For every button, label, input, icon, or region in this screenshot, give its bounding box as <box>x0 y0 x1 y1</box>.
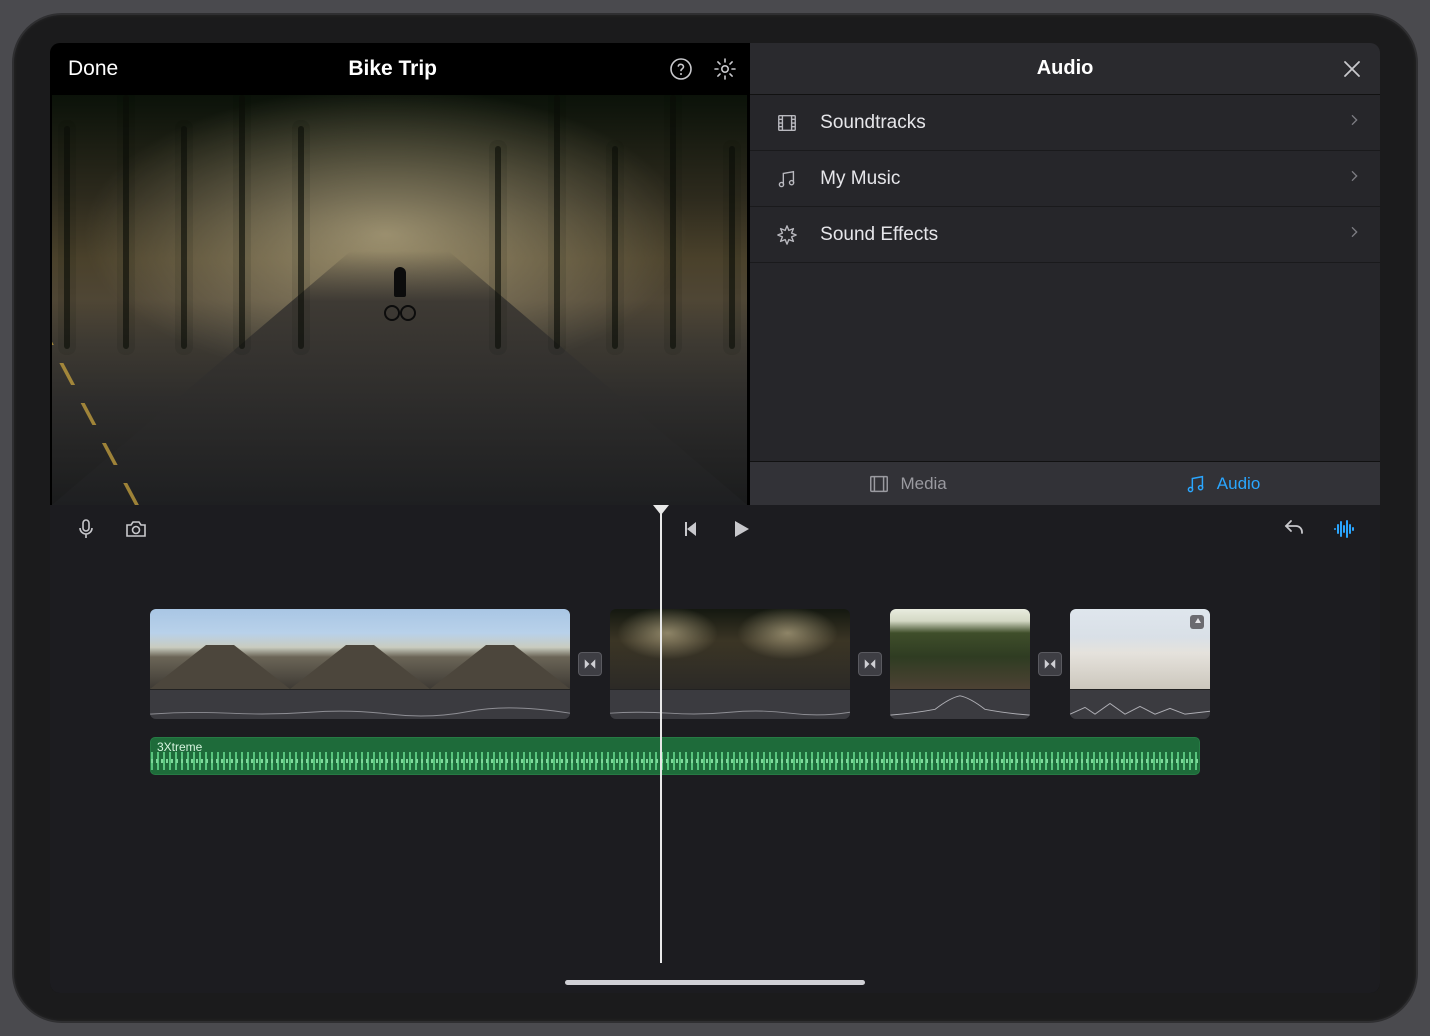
film-strip-icon <box>772 112 802 134</box>
camera-icon[interactable] <box>122 515 150 543</box>
film-icon <box>868 473 890 495</box>
soundtrack-clip[interactable]: 3Xtreme <box>150 737 1200 775</box>
music-note-icon <box>772 168 802 190</box>
row-label: Sound Effects <box>820 224 938 246</box>
tab-media[interactable]: Media <box>750 462 1065 505</box>
clip-audio-waveform <box>610 689 850 719</box>
done-button[interactable]: Done <box>68 57 118 81</box>
soundtrack-waveform <box>151 752 1199 770</box>
video-clip[interactable] <box>890 609 1030 719</box>
app-screen: Done Bike Trip <box>50 43 1380 993</box>
chevron-right-icon <box>1346 112 1362 134</box>
my-music-row[interactable]: My Music <box>750 151 1380 207</box>
audio-category-list: Soundtracks My Music <box>750 95 1380 461</box>
tablet-frame: Done Bike Trip <box>12 13 1418 1023</box>
video-preview[interactable] <box>52 95 747 505</box>
timeline[interactable]: 27.0s 3Xtreme <box>50 553 1380 993</box>
chevron-right-icon <box>1346 168 1362 190</box>
tab-audio-label: Audio <box>1217 474 1260 494</box>
soundtracks-row[interactable]: Soundtracks <box>750 95 1380 151</box>
preview-pane: Done Bike Trip <box>50 43 749 505</box>
chevron-right-icon <box>1346 224 1362 246</box>
clip-audio-waveform <box>890 689 1030 719</box>
transition-icon[interactable] <box>578 652 602 676</box>
burst-icon <box>772 224 802 246</box>
clip-audio-waveform <box>150 689 570 719</box>
clip-audio-waveform <box>1070 689 1210 719</box>
microphone-icon[interactable] <box>72 515 100 543</box>
transition-icon[interactable] <box>858 652 882 676</box>
row-label: My Music <box>820 168 900 190</box>
sound-effects-row[interactable]: Sound Effects <box>750 207 1380 263</box>
timeline-toolbar <box>50 505 1380 553</box>
audio-panel-title: Audio <box>1037 57 1094 80</box>
row-label: Soundtracks <box>820 112 926 134</box>
waveform-icon[interactable] <box>1330 515 1358 543</box>
help-icon[interactable] <box>667 55 695 83</box>
project-title: Bike Trip <box>118 57 667 81</box>
tab-media-label: Media <box>900 474 946 494</box>
video-clip[interactable] <box>1070 609 1210 719</box>
preview-header: Done Bike Trip <box>50 43 749 95</box>
gear-icon[interactable] <box>711 55 739 83</box>
audio-panel-header: Audio <box>750 43 1380 95</box>
play-icon[interactable] <box>726 515 754 543</box>
music-icon <box>1185 473 1207 495</box>
media-audio-tabs: Media Audio <box>750 461 1380 505</box>
home-indicator[interactable] <box>565 980 865 985</box>
skip-back-icon[interactable] <box>676 515 704 543</box>
transition-icon[interactable] <box>1038 652 1062 676</box>
video-clip[interactable] <box>150 609 570 719</box>
close-icon[interactable] <box>1338 55 1366 83</box>
playhead[interactable] <box>660 507 662 963</box>
video-track: 27.0s <box>150 609 1380 719</box>
tab-audio[interactable]: Audio <box>1065 462 1380 505</box>
undo-icon[interactable] <box>1280 515 1308 543</box>
top-section: Done Bike Trip <box>50 43 1380 505</box>
audio-panel: Audio <box>749 43 1380 505</box>
video-clip[interactable] <box>610 609 850 719</box>
